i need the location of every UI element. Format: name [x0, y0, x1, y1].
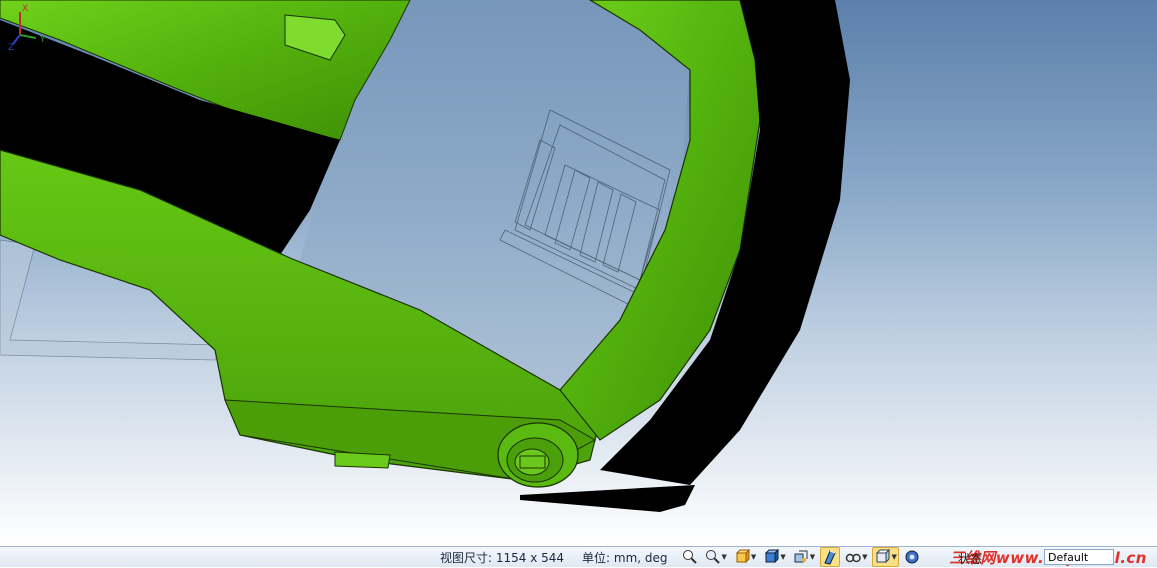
view-toolbar: ▼ ▼ ▼ ▼ ▼ ▼: [680, 547, 922, 567]
appearance-icon[interactable]: ▼: [872, 547, 899, 567]
scene-icon[interactable]: [902, 547, 922, 567]
graphics-viewport[interactable]: X Y Z: [0, 0, 1157, 546]
display-style-icon[interactable]: ▼: [761, 547, 787, 567]
axis-z-label: Z: [8, 43, 14, 50]
zoom-area-icon[interactable]: ▼: [703, 547, 729, 567]
clip-tab: [334, 451, 391, 469]
hide-show-icon[interactable]: ▼: [843, 547, 869, 567]
display-mode-select[interactable]: Default: [1044, 549, 1114, 565]
view-settings-icon[interactable]: [820, 547, 841, 567]
units-readout: 单位: mm, deg: [582, 550, 668, 565]
coordinate-triad: X Y Z: [8, 4, 46, 50]
black-flange: [520, 485, 695, 512]
zoom-fit-icon[interactable]: [680, 547, 700, 567]
round-button: [497, 422, 579, 488]
status-label: 状态: [958, 552, 983, 566]
model-render: [0, 0, 850, 512]
view-size-readout: 视图尺寸: 1154 x 544: [440, 550, 565, 565]
view-orientation-icon[interactable]: ▼: [732, 547, 758, 567]
section-view-icon[interactable]: ▼: [791, 547, 817, 567]
axis-y-label: Y: [39, 35, 46, 45]
axis-x-label: X: [22, 4, 28, 14]
